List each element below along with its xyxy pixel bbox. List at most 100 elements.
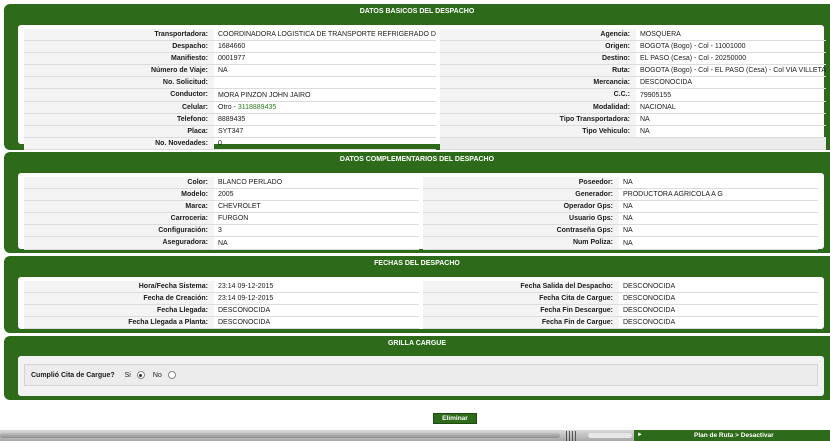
- grilla-cargue-panel: GRILLA CARGUE Cumplió Cita de Cargue? Si…: [4, 336, 830, 400]
- field-row-num-poliza: Num Poliza: NA: [423, 237, 818, 250]
- field-value: DESCONOCIDA: [623, 319, 676, 327]
- field-value: NA: [623, 227, 633, 235]
- field-label: Fecha Cita de Cargue:: [423, 293, 619, 305]
- field-row-fecha-fin-cargue: Fecha Fin de Cargue: DESCONOCIDA: [423, 317, 818, 330]
- datos-basicos-left-col: Transportadora: COORDINADORA LOGISTICA DE…: [24, 29, 436, 150]
- field-label: Configuración:: [24, 225, 214, 237]
- field-label: No. Solicitud:: [24, 77, 214, 89]
- field-label: Manifiesto:: [24, 53, 214, 65]
- datos-complementarios-title: DATOS COMPLEMENTARIOS DEL DESPACHO: [339, 156, 495, 163]
- field-row-operador-gps: Operador Gps: NA: [423, 201, 818, 214]
- field-label: Placa:: [24, 125, 214, 137]
- datos-complementarios-left-col: Color: BLANCO PERLADO Modelo: 2005 Marca: C…: [24, 177, 419, 250]
- field-row-ruta: Ruta: BOGOTA (Bogo) - Col - EL PASO (Cesa…: [439, 65, 827, 78]
- field-label: Carroceria:: [24, 213, 214, 225]
- field-row-novedades: No. Novedades: 0: [24, 137, 436, 150]
- field-value: 3: [218, 227, 222, 235]
- field-label: Modalidad:: [439, 101, 636, 113]
- field-label: Ruta:: [439, 65, 636, 77]
- field-row-configuracion: Configuración: 3: [24, 225, 419, 238]
- field-value: BLANCO PERLADO: [218, 179, 283, 187]
- field-label: Telefono:: [24, 113, 214, 125]
- plan-de-ruta-button[interactable]: ► Plan de Ruta > Desactivar: [634, 430, 830, 441]
- field-label: Color:: [24, 177, 214, 189]
- field-label: Num Poliza:: [423, 237, 619, 249]
- play-arrow-icon: ►: [637, 432, 643, 438]
- field-value: BOGOTA (Bogo) - Col - EL PASO (Cesa) - C…: [639, 67, 827, 75]
- field-value: DESCONOCIDA: [218, 319, 271, 327]
- field-label: Hora/Fecha Sistema:: [24, 281, 214, 293]
- field-label: Generador:: [423, 189, 619, 201]
- field-label: Contraseña Gps:: [423, 225, 619, 237]
- field-row-modalidad: Modalidad: NACIONAL: [439, 101, 827, 114]
- option-si-label: Si: [124, 371, 131, 379]
- field-value: FURGON: [218, 215, 249, 223]
- field-value: 2005: [218, 191, 234, 199]
- field-value: MORA PINZON JOHN JAIRO: [218, 91, 311, 99]
- field-value: NA: [218, 67, 228, 75]
- field-value: MOSQUERA: [639, 31, 681, 39]
- field-row-placa: Placa: SYT347: [24, 125, 436, 138]
- field-row-fecha-fin-descargue: Fecha Fin Descargue: DESCONOCIDA: [423, 305, 818, 318]
- field-value: BOGOTA (Bogo) - Col - 11001000: [639, 43, 746, 51]
- field-row-origen: Origen: BOGOTA (Bogo) - Col - 11001000: [439, 41, 827, 54]
- datos-complementarios-body: Color: BLANCO PERLADO Modelo: 2005 Marca: C…: [18, 173, 824, 250]
- datos-basicos-body: Transportadora: COORDINADORA LOGISTICA DE…: [18, 25, 827, 150]
- field-row-conductor: Conductor: MORA PINZON JOHN JAIRO: [24, 89, 436, 102]
- eliminar-button[interactable]: Eliminar: [433, 413, 477, 424]
- field-label: Agencia:: [439, 29, 636, 41]
- field-label: Fecha Llegada a Planta:: [24, 317, 214, 329]
- celular-phone-link[interactable]: 3118889435: [238, 104, 276, 111]
- field-label: Fecha de Creación:: [24, 293, 214, 305]
- field-label: Fecha Llegada:: [24, 305, 214, 317]
- field-label: Conductor:: [24, 89, 214, 101]
- field-row-fecha-cita-cargue: Fecha Cita de Cargue: DESCONOCIDA: [423, 293, 818, 306]
- grilla-cargue-title: GRILLA CARGUE: [387, 340, 447, 347]
- field-value: 0001977: [218, 55, 246, 63]
- field-label: Poseedor:: [423, 177, 619, 189]
- field-value: 0: [218, 139, 222, 147]
- field-value: NA: [639, 115, 650, 123]
- field-value: NA: [623, 179, 633, 187]
- option-no-label: No: [152, 371, 162, 379]
- cumplio-cita-row: Cumplió Cita de Cargue? Si No: [24, 364, 818, 386]
- field-label: Transportadora:: [24, 29, 214, 41]
- field-value: CHEVROLET: [218, 203, 261, 211]
- field-label: Despacho:: [24, 41, 214, 53]
- field-row-fecha-salida: Fecha Salida del Despacho: DESCONOCIDA: [423, 281, 818, 294]
- field-label: Número de Viaje:: [24, 65, 214, 77]
- celular-prefix: Otro -: [218, 103, 238, 111]
- radio-no[interactable]: [167, 371, 176, 379]
- field-row-agencia: Agencia: MOSQUERA: [439, 29, 827, 42]
- datos-basicos-grid: Transportadora: COORDINADORA LOGISTICA DE…: [24, 29, 827, 150]
- fechas-grid: Hora/Fecha Sistema: 23:14 09-12-2015 Fech…: [24, 281, 818, 330]
- field-row-mercancia: Mercancia: DESCONOCIDA: [439, 77, 827, 90]
- field-value: Otro - 3118889435: [214, 102, 436, 113]
- field-value: NA: [639, 127, 650, 135]
- radio-si[interactable]: [136, 371, 145, 379]
- field-row-manifiesto: Manifiesto: 0001977: [24, 53, 436, 66]
- field-row-tipo-transportadora: Tipo Transportadora: NA: [439, 113, 827, 126]
- fechas-body: Hora/Fecha Sistema: 23:14 09-12-2015 Fech…: [18, 277, 824, 330]
- field-value: 8889435: [218, 115, 246, 123]
- field-row-usuario-gps: Usuario Gps: NA: [423, 213, 818, 226]
- toolbar-grip-handle[interactable]: [566, 431, 580, 441]
- field-row-contrasena-gps: Contraseña Gps: NA: [423, 225, 818, 238]
- field-label: Tipo Vehiculo:: [439, 125, 636, 137]
- datos-basicos-panel: DATOS BASICOS DEL DESPACHO Transportador…: [4, 4, 830, 150]
- field-value: NACIONAL: [639, 103, 676, 111]
- field-label: Celular:: [24, 101, 214, 113]
- field-label: Destino:: [439, 53, 636, 65]
- fechas-right-col: Fecha Salida del Despacho: DESCONOCIDA Fe…: [423, 281, 818, 330]
- field-label: C.C.:: [439, 89, 636, 101]
- plan-de-ruta-label: Plan de Ruta > Desactivar: [694, 432, 774, 439]
- field-value: DESCONOCIDA: [218, 307, 271, 315]
- field-row-hora-fecha-sistema: Hora/Fecha Sistema: 23:14 09-12-2015: [24, 281, 419, 294]
- field-label: Origen:: [439, 41, 636, 53]
- field-label: Mercancia:: [439, 77, 636, 89]
- field-label: Fecha Fin de Cargue:: [423, 317, 619, 329]
- datos-complementarios-grid: Color: BLANCO PERLADO Modelo: 2005 Marca: C…: [24, 177, 818, 250]
- field-row-fecha-llegada: Fecha Llegada: DESCONOCIDA: [24, 305, 419, 318]
- field-row-telefono: Telefono: 8889435: [24, 113, 436, 126]
- field-row-modelo: Modelo: 2005: [24, 189, 419, 202]
